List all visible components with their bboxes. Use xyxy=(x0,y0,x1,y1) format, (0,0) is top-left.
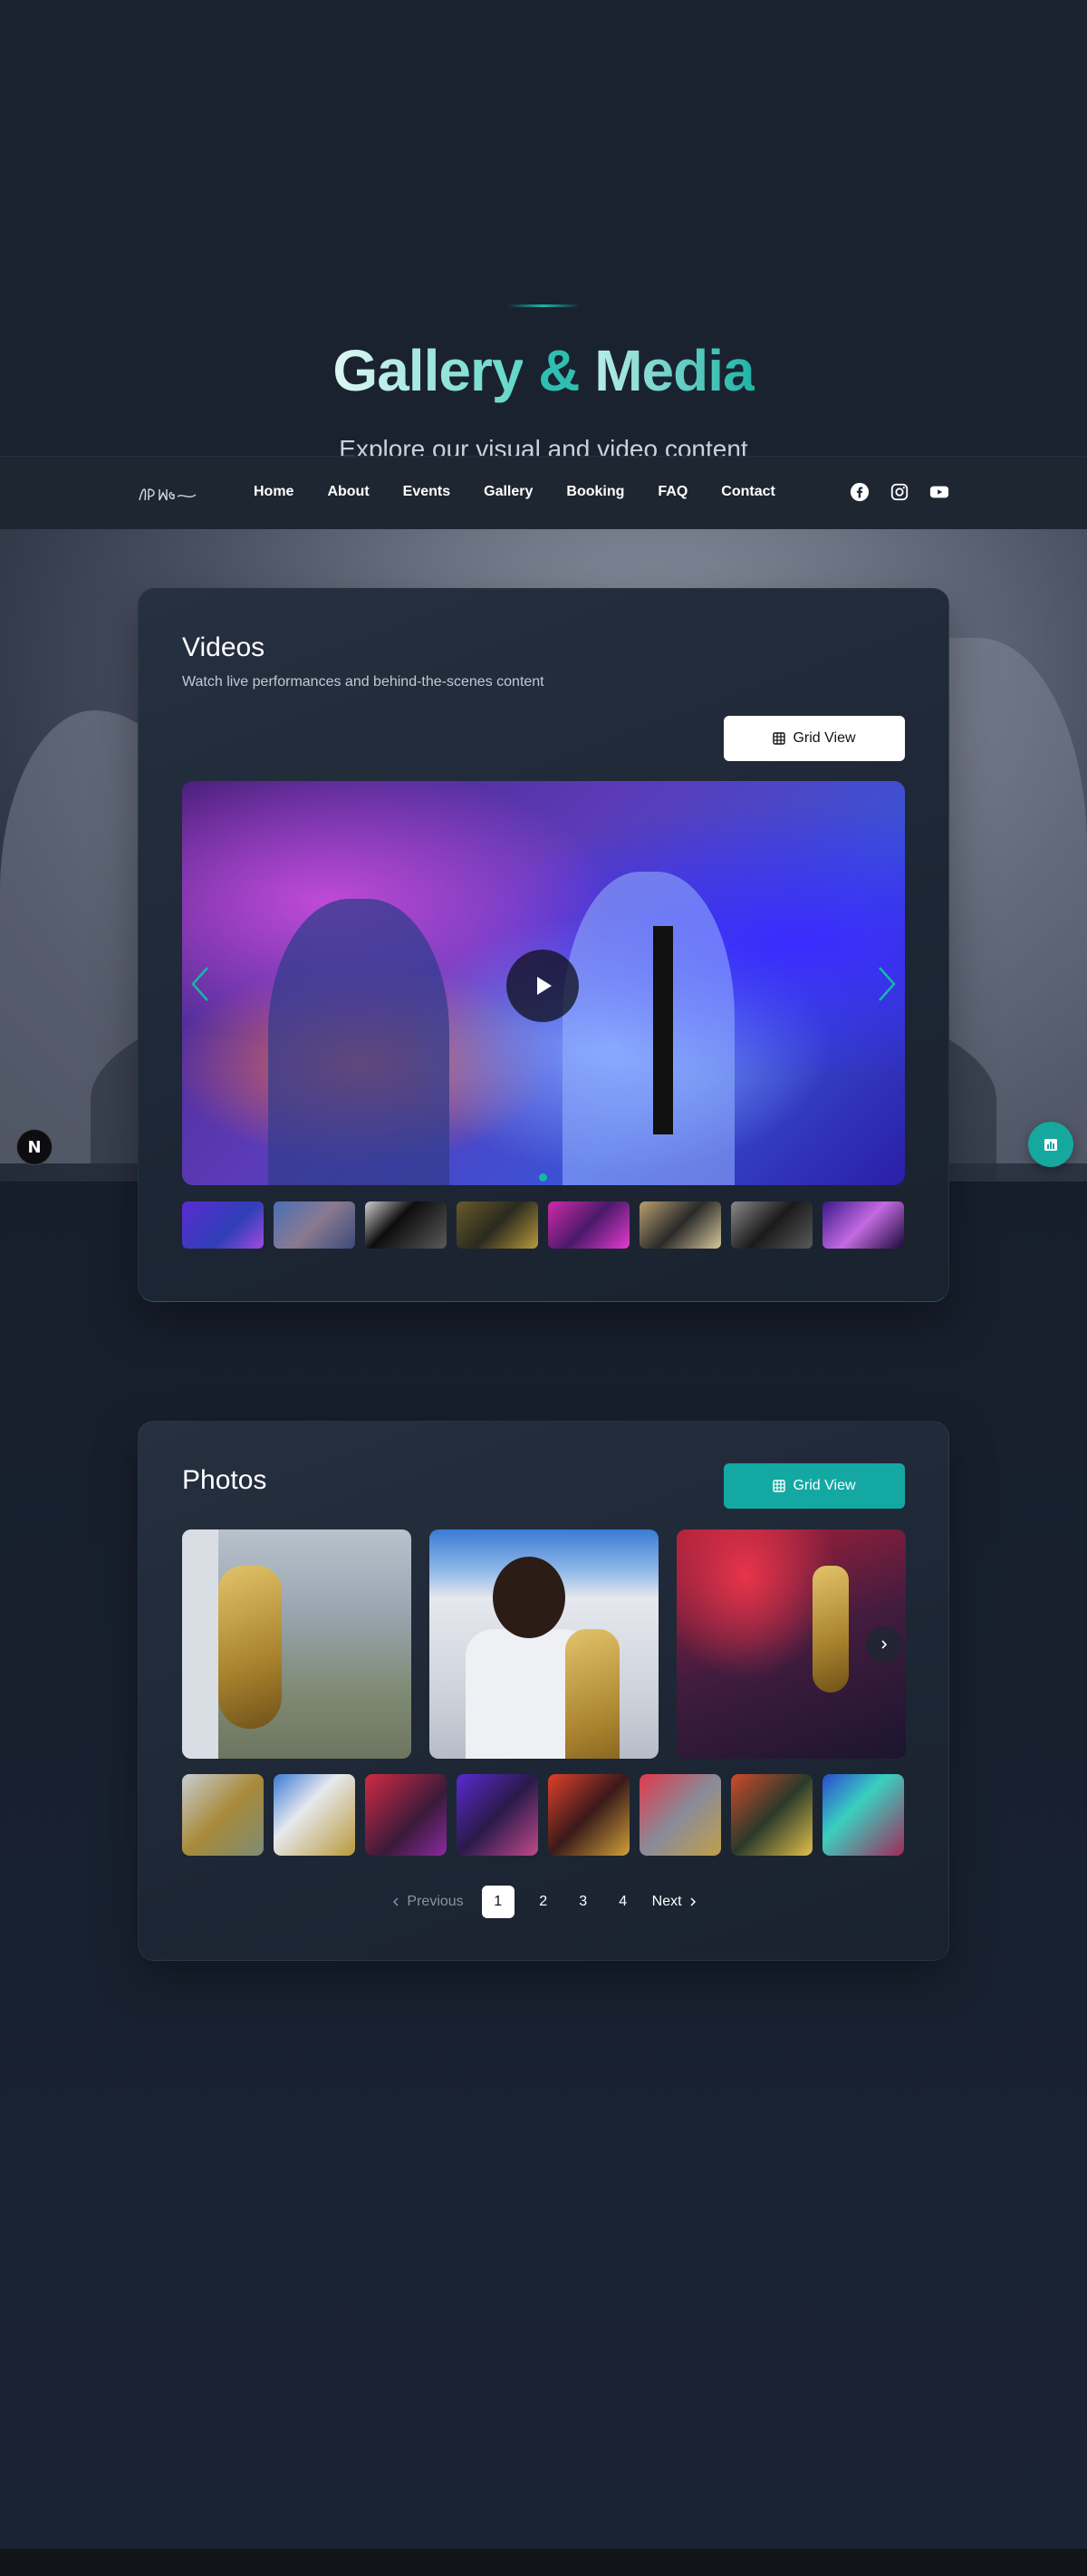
hero-accent-line xyxy=(507,304,580,307)
video-progress-dot xyxy=(539,1173,547,1182)
photos-grid-view-label: Grid View xyxy=(793,1478,856,1493)
chevron-right-icon xyxy=(690,1897,696,1906)
pagination-page-2[interactable]: 2 xyxy=(533,1894,554,1910)
play-icon xyxy=(537,977,552,995)
pagination-previous-label: Previous xyxy=(407,1894,464,1909)
photo-card[interactable] xyxy=(429,1529,659,1759)
pagination-next-label: Next xyxy=(651,1894,682,1909)
photo-thumbnail[interactable] xyxy=(640,1774,721,1856)
video-thumbnail[interactable] xyxy=(457,1201,538,1249)
pagination-page-4[interactable]: 4 xyxy=(612,1894,634,1910)
logo-signature-icon xyxy=(139,488,197,501)
footer-strip xyxy=(0,2549,1087,2576)
chevron-left-icon xyxy=(393,1897,399,1906)
photo-card[interactable] xyxy=(677,1529,906,1759)
photo-thumbnail[interactable] xyxy=(274,1774,355,1856)
title-media: Media xyxy=(594,338,755,403)
videos-grid-view-button[interactable]: Grid View xyxy=(724,716,905,761)
photo-next-button[interactable] xyxy=(866,1626,902,1663)
chevron-right-icon xyxy=(881,1640,888,1649)
photo-thumbnail[interactable] xyxy=(548,1774,630,1856)
hero-section: Gallery & Media Explore our visual and v… xyxy=(0,0,1087,458)
play-button[interactable] xyxy=(506,950,579,1022)
page-subtitle: Explore our visual and video content xyxy=(339,435,748,458)
video-prev-arrow-icon[interactable] xyxy=(188,962,215,1006)
bar-chart-icon xyxy=(1044,1139,1057,1151)
video-thumbnail[interactable] xyxy=(365,1201,447,1249)
title-ampersand: & xyxy=(538,338,580,403)
video-thumbnail[interactable] xyxy=(182,1201,264,1249)
nav-home[interactable]: Home xyxy=(254,484,293,500)
nav-events[interactable]: Events xyxy=(403,484,450,500)
video-thumbnail[interactable] xyxy=(548,1201,630,1249)
nav-booking[interactable]: Booking xyxy=(566,484,624,500)
nav-links: Home About Events Gallery Booking FAQ Co… xyxy=(254,484,809,500)
nav-gallery[interactable]: Gallery xyxy=(484,484,533,500)
pagination-page-3[interactable]: 3 xyxy=(572,1894,594,1910)
video-player[interactable] xyxy=(182,781,905,1185)
video-thumbnail[interactable] xyxy=(731,1201,813,1249)
photos-pagination: Previous 1 2 3 4 Next xyxy=(139,1886,950,1918)
youtube-icon[interactable] xyxy=(929,482,951,504)
nav-about[interactable]: About xyxy=(327,484,369,500)
pagination-page-1[interactable]: 1 xyxy=(481,1886,515,1918)
photos-section: Photos Grid View Previous 1 2 3 4 Next xyxy=(138,1421,949,1961)
videos-title: Videos xyxy=(182,632,265,662)
photo-card[interactable] xyxy=(182,1529,411,1759)
instagram-icon[interactable] xyxy=(890,482,911,504)
site-logo[interactable] xyxy=(136,480,199,507)
dev-tools-badge[interactable]: N xyxy=(16,1129,53,1165)
photo-thumbnails xyxy=(182,1774,904,1856)
video-thumbnail[interactable] xyxy=(822,1201,904,1249)
page-title: Gallery & Media xyxy=(0,337,1087,404)
photo-thumbnail[interactable] xyxy=(822,1774,904,1856)
main-navbar: Home About Events Gallery Booking FAQ Co… xyxy=(0,456,1087,529)
pagination-previous[interactable]: Previous xyxy=(390,1894,464,1910)
analytics-button[interactable] xyxy=(1028,1122,1073,1167)
nav-faq[interactable]: FAQ xyxy=(658,484,688,500)
grid-icon xyxy=(773,1480,786,1492)
photo-thumbnail[interactable] xyxy=(457,1774,538,1856)
photos-grid-view-button[interactable]: Grid View xyxy=(724,1463,905,1509)
video-next-arrow-icon[interactable] xyxy=(872,962,899,1006)
videos-grid-view-label: Grid View xyxy=(793,730,856,746)
video-thumbnails xyxy=(182,1201,904,1249)
videos-section: Videos Watch live performances and behin… xyxy=(138,588,949,1302)
videos-subtitle: Watch live performances and behind-the-s… xyxy=(182,674,544,690)
photo-thumbnail[interactable] xyxy=(731,1774,813,1856)
pagination-next[interactable]: Next xyxy=(652,1894,698,1910)
facebook-icon[interactable] xyxy=(850,482,871,504)
video-thumbnail[interactable] xyxy=(274,1201,355,1249)
social-links xyxy=(850,482,951,504)
photo-thumbnail[interactable] xyxy=(182,1774,264,1856)
grid-icon xyxy=(773,732,786,745)
nav-contact[interactable]: Contact xyxy=(721,484,775,500)
video-thumbnail[interactable] xyxy=(640,1201,721,1249)
title-gallery: Gallery xyxy=(332,338,524,403)
photos-title: Photos xyxy=(182,1465,267,1495)
photo-thumbnail[interactable] xyxy=(365,1774,447,1856)
